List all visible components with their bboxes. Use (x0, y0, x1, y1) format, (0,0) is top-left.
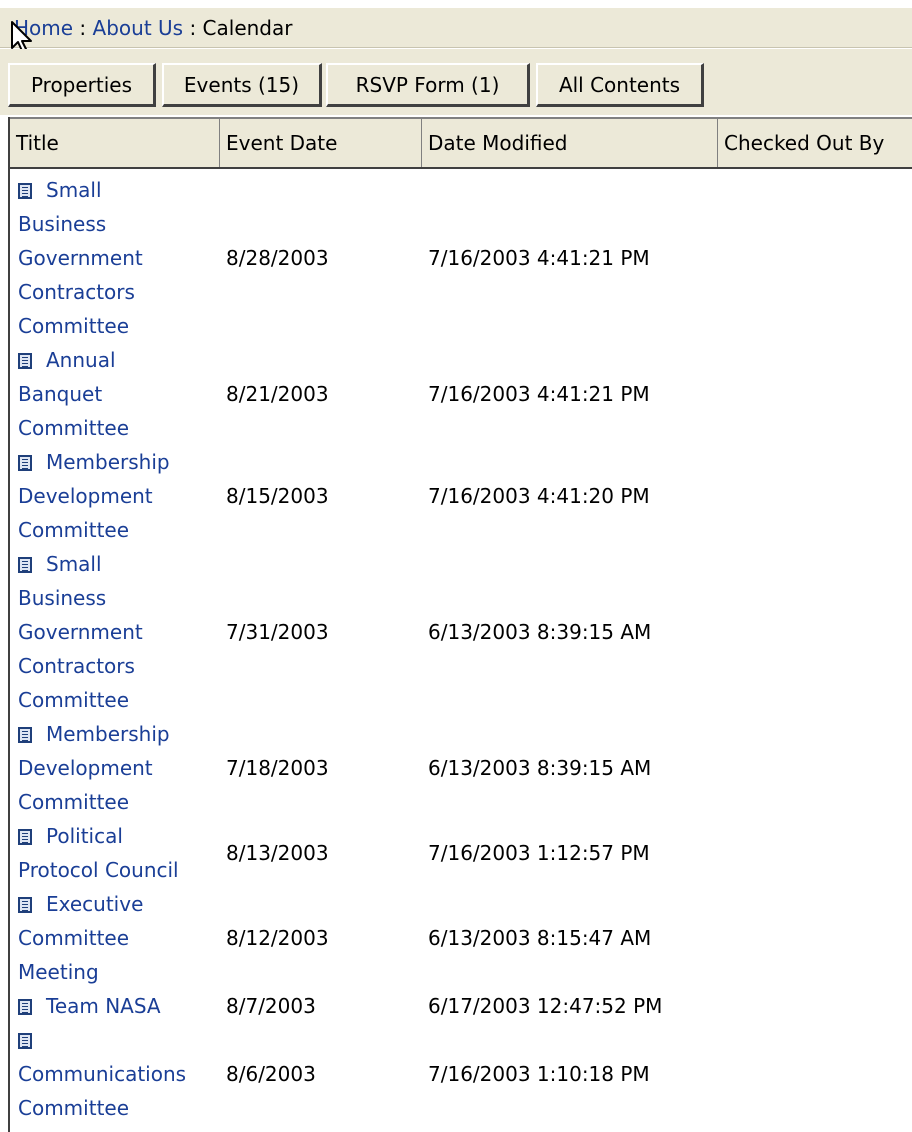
tab-label: RSVP Form (1) (355, 72, 500, 97)
table-row: Small Business Government Contractors Co… (10, 173, 912, 343)
tab-events[interactable]: Events (15) (162, 63, 322, 107)
tab-label: All Contents (558, 72, 681, 97)
event-date-cell: 7/18/2003 (226, 756, 329, 780)
date-modified-cell: 7/16/2003 4:41:21 PM (428, 382, 650, 406)
tab-all-contents[interactable]: All Contents (536, 63, 704, 107)
table-row: Membership Development Committee 8/15/20… (10, 445, 912, 547)
column-header-date-modified[interactable]: Date Modified (422, 119, 718, 167)
date-modified-cell: 6/17/2003 12:47:52 PM (428, 994, 663, 1018)
event-title-link[interactable]: Annual Banquet Committee (18, 343, 218, 445)
table-row: Small Business Government Contractors Co… (10, 547, 912, 717)
table-row: Communications Committee 8/6/2003 7/16/2… (10, 1023, 912, 1125)
event-date-cell: 8/7/2003 (226, 994, 316, 1018)
event-date-cell: 8/21/2003 (226, 382, 329, 406)
date-modified-cell: 7/16/2003 4:41:20 PM (428, 484, 650, 508)
tab-label: Events (15) (183, 72, 300, 97)
event-title-link[interactable]: Small Business Government Contractors Co… (18, 173, 218, 343)
breadcrumb-link-about-us[interactable]: About Us (93, 16, 184, 40)
event-title-link[interactable]: Political Protocol Council (18, 819, 218, 887)
date-modified-cell: 7/16/2003 4:41:21 PM (428, 246, 650, 270)
breadcrumb-current: Calendar (202, 15, 293, 40)
table-row: Executive Committee Meeting 8/12/2003 6/… (10, 887, 912, 989)
table-row: Membership Development Committee 7/18/20… (10, 717, 912, 819)
event-date-cell: 7/31/2003 (226, 620, 329, 644)
column-header-checked-out-by[interactable]: Checked Out By (718, 119, 912, 167)
column-header-event-date[interactable]: Event Date (220, 119, 422, 167)
event-date-cell: 8/12/2003 (226, 926, 329, 950)
tab-label: Properties (30, 72, 133, 97)
date-modified-cell: 6/13/2003 8:39:15 AM (428, 620, 652, 644)
event-title-link[interactable]: Executive Committee Meeting (18, 887, 218, 989)
document-icon (18, 829, 32, 845)
event-date-cell: 8/15/2003 (226, 484, 329, 508)
date-modified-cell: 6/13/2003 8:39:15 AM (428, 756, 652, 780)
event-title-link[interactable]: Small Business Government Contractors Co… (18, 547, 218, 717)
document-icon (18, 183, 32, 199)
tab-strip: Properties Events (15) RSVP Form (1) All… (0, 49, 912, 117)
document-icon (18, 897, 32, 913)
tab-rsvp-form[interactable]: RSVP Form (1) (326, 63, 530, 107)
document-icon (18, 727, 32, 743)
events-table: Title Event Date Date Modified Checked O… (8, 117, 912, 1132)
event-title-link[interactable]: Membership Development Committee (18, 717, 218, 819)
table-row: Political Protocol Council 8/13/2003 7/1… (10, 819, 912, 887)
event-date-cell: 8/6/2003 (226, 1062, 316, 1086)
event-title-link[interactable]: Membership Development Committee (18, 445, 218, 547)
date-modified-cell: 7/16/2003 1:10:18 PM (428, 1062, 650, 1086)
table-header: Title Event Date Date Modified Checked O… (10, 117, 912, 169)
event-date-cell: 8/13/2003 (226, 841, 329, 865)
document-icon (18, 557, 32, 573)
date-modified-cell: 7/16/2003 1:12:57 PM (428, 841, 650, 865)
document-icon (18, 999, 32, 1015)
top-strip (0, 0, 912, 8)
breadcrumb: Home : About Us : Calendar (0, 8, 912, 48)
column-header-title[interactable]: Title (10, 119, 220, 167)
breadcrumb-separator: : (189, 15, 197, 40)
event-date-cell: 8/28/2003 (226, 246, 329, 270)
document-icon (18, 1033, 32, 1049)
event-title-link[interactable]: Team NASA (18, 989, 218, 1023)
document-icon (18, 455, 32, 471)
date-modified-cell: 6/13/2003 8:15:47 AM (428, 926, 652, 950)
breadcrumb-separator: : (79, 15, 87, 40)
tab-properties[interactable]: Properties (8, 63, 156, 107)
table-row: Team NASA 8/7/2003 6/17/2003 12:47:52 PM (10, 989, 912, 1023)
document-icon (18, 353, 32, 369)
table-row: Annual Banquet Committee 8/21/2003 7/16/… (10, 343, 912, 445)
event-title-link[interactable]: Communications Committee (18, 1023, 218, 1125)
